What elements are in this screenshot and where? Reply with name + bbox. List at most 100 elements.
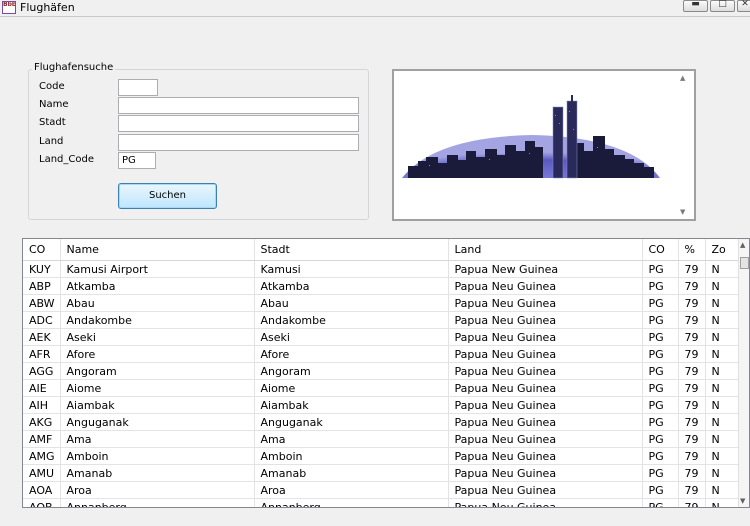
table-row[interactable]: AMU Amanab Amanab Papua Neu Guinea PG 79 N <box>23 464 742 482</box>
table-cell: Afore <box>60 345 255 363</box>
column-header[interactable]: Name <box>60 239 255 261</box>
table-cell: Atkamba <box>60 277 255 295</box>
table-cell: N <box>705 464 742 482</box>
table-cell: Papua Neu Guinea <box>448 328 643 346</box>
table-cell: AMF <box>23 430 61 448</box>
name-field[interactable] <box>118 97 359 114</box>
table-cell: Aiambak <box>60 396 255 414</box>
column-header[interactable]: Zo <box>705 239 742 261</box>
land-field[interactable] <box>118 134 359 151</box>
search-group-title: Flughafensuche <box>32 62 116 73</box>
table-cell: 79 <box>678 311 706 329</box>
table-cell: PG <box>642 260 679 278</box>
table-scrollbar[interactable]: ▲ ▼ <box>738 239 749 507</box>
scrollbar-thumb[interactable] <box>740 257 749 269</box>
table-cell: N <box>705 345 742 363</box>
table-cell: Aseki <box>254 328 449 346</box>
table-cell: N <box>705 396 742 414</box>
table-cell: Aseki <box>60 328 255 346</box>
table-cell: PG <box>642 396 679 414</box>
maximize-button[interactable]: □ <box>710 0 735 12</box>
table-cell: 79 <box>678 362 706 380</box>
image-panel-scrollbar[interactable]: ▲ ▼ <box>678 71 694 219</box>
table-cell: PG <box>642 413 679 431</box>
table-cell: Angoram <box>60 362 255 380</box>
table-cell: 79 <box>678 294 706 312</box>
table-row[interactable]: AOA Aroa Aroa Papua Neu Guinea PG 79 N <box>23 481 742 499</box>
table-cell: Ama <box>60 430 255 448</box>
table-row[interactable]: AKG Anguganak Anguganak Papua Neu Guinea PG 7… <box>23 413 742 431</box>
table-cell: AKG <box>23 413 61 431</box>
stadt-field[interactable] <box>118 115 359 132</box>
window-title: Flughäfen <box>20 1 75 14</box>
table-cell: N <box>705 294 742 312</box>
search-button[interactable]: Suchen <box>118 183 217 209</box>
table-row[interactable]: AMF Ama Ama Papua Neu Guinea PG 79 N <box>23 430 742 448</box>
table-row[interactable]: AIH Aiambak Aiambak Papua Neu Guinea PG 79 N <box>23 396 742 414</box>
table-cell: Papua Neu Guinea <box>448 277 643 295</box>
table-cell: Papua Neu Guinea <box>448 498 643 507</box>
table-row[interactable]: AMG Amboin Amboin Papua Neu Guinea PG 79 N <box>23 447 742 465</box>
table-cell: 79 <box>678 396 706 414</box>
scroll-down-icon[interactable]: ▼ <box>680 208 685 216</box>
table-cell: Abau <box>60 294 255 312</box>
land-code-field[interactable]: PG <box>118 152 156 169</box>
table-row[interactable]: AEK Aseki Aseki Papua Neu Guinea PG 79 N <box>23 328 742 346</box>
column-header[interactable]: CO <box>642 239 679 261</box>
table-cell: PG <box>642 277 679 295</box>
table-cell: 79 <box>678 413 706 431</box>
table-row[interactable]: AOB Annanberg Annanberg Papua Neu Guinea PG 7… <box>23 498 742 507</box>
close-icon: ✕ <box>741 0 749 9</box>
scroll-down-icon[interactable]: ▼ <box>740 497 745 505</box>
table-cell: Aiambak <box>254 396 449 414</box>
table-cell: AOB <box>23 498 61 507</box>
table-cell: 79 <box>678 430 706 448</box>
table-row[interactable]: AIE Aiome Aiome Papua Neu Guinea PG 79 N <box>23 379 742 397</box>
column-header[interactable]: CO <box>23 239 61 261</box>
table-cell: 79 <box>678 379 706 397</box>
city-skyline-image <box>402 95 660 179</box>
table-cell: PG <box>642 294 679 312</box>
table-cell: N <box>705 311 742 329</box>
table-cell: 79 <box>678 328 706 346</box>
table-cell: N <box>705 379 742 397</box>
table-cell: Papua Neu Guinea <box>448 345 643 363</box>
table-cell: Papua Neu Guinea <box>448 430 643 448</box>
table-row[interactable]: KUY Kamusi Airport Kamusi Papua New Guinea P… <box>23 260 742 278</box>
table-cell: Papua Neu Guinea <box>448 362 643 380</box>
table-header-row: CO Name Stadt Land CO% Zo <box>23 239 742 261</box>
table-cell: 79 <box>678 481 706 499</box>
table-cell: N <box>705 430 742 448</box>
table-cell: AMU <box>23 464 61 482</box>
airports-table[interactable]: CO Name Stadt Land CO% Zo KUY Kamusi Airport Ka… <box>22 238 750 508</box>
table-cell: Aroa <box>60 481 255 499</box>
table-cell: Annanberg <box>60 498 255 507</box>
image-panel: ▲ ▼ <box>392 69 696 221</box>
table-cell: Afore <box>254 345 449 363</box>
code-field[interactable] <box>118 79 158 96</box>
table-cell: ABP <box>23 277 61 295</box>
table-row[interactable]: ABW Abau Abau Papua Neu Guinea PG 79 N <box>23 294 742 312</box>
land-code-label: Land_Code <box>39 154 94 165</box>
table-cell: PG <box>642 447 679 465</box>
table-cell: Ama <box>254 430 449 448</box>
minimize-button[interactable]: ▬ <box>683 0 708 12</box>
column-header[interactable]: % <box>678 239 706 261</box>
table-row[interactable]: ADC Andakombe Andakombe Papua Neu Guinea PG 7… <box>23 311 742 329</box>
table-cell: PG <box>642 311 679 329</box>
table-cell: Kamusi <box>254 260 449 278</box>
table-cell: 79 <box>678 464 706 482</box>
stadt-label: Stadt <box>39 117 66 128</box>
table-row[interactable]: AGG Angoram Angoram Papua Neu Guinea PG 79 N <box>23 362 742 380</box>
column-header[interactable]: Stadt <box>254 239 449 261</box>
column-header[interactable]: Land <box>448 239 643 261</box>
table-cell: Anguganak <box>60 413 255 431</box>
app-icon: Bbbi <box>2 1 16 14</box>
scroll-up-icon[interactable]: ▲ <box>680 74 685 82</box>
close-button[interactable]: ✕ <box>737 0 750 12</box>
scroll-up-icon[interactable]: ▲ <box>740 241 745 249</box>
table-row[interactable]: AFR Afore Afore Papua Neu Guinea PG 79 N <box>23 345 742 363</box>
table-cell: N <box>705 413 742 431</box>
table-row[interactable]: ABP Atkamba Atkamba Papua Neu Guinea PG 79 N <box>23 277 742 295</box>
table-cell: Andakombe <box>60 311 255 329</box>
